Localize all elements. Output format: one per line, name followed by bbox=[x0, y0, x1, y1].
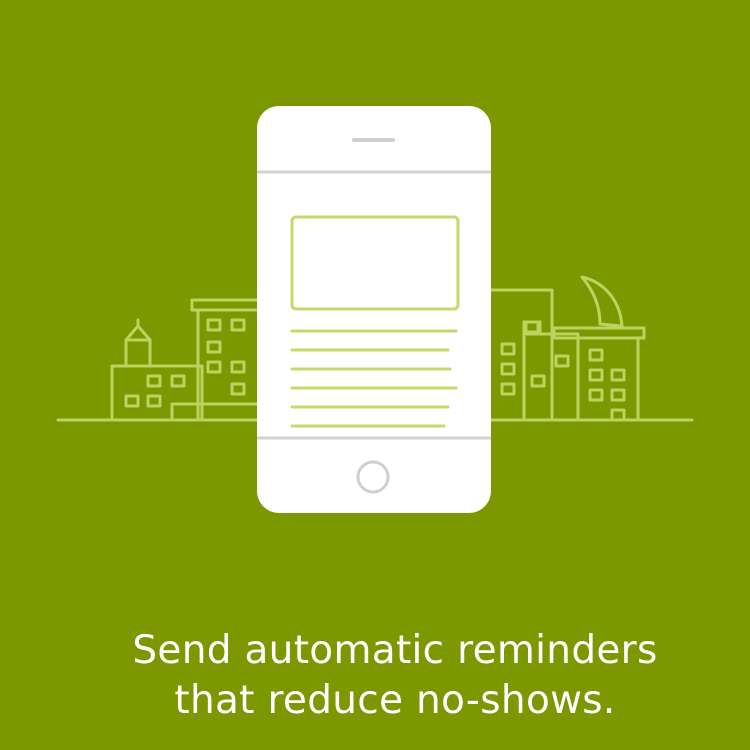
crescent-moon-icon bbox=[580, 275, 624, 328]
caption-line-1: Send automatic reminders bbox=[132, 628, 658, 673]
promo-slide: Send automatic reminders that reduce no-… bbox=[0, 0, 750, 750]
caption-line-2: that reduce no-shows. bbox=[174, 678, 616, 723]
phone-reminder-icon bbox=[257, 106, 491, 513]
reminder-illustration bbox=[56, 106, 694, 513]
caption-text: Send automatic reminders that reduce no-… bbox=[0, 626, 750, 726]
